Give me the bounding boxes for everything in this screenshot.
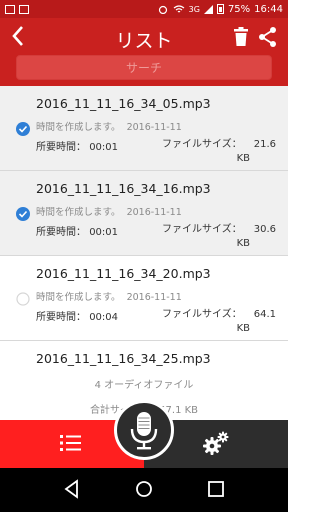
recording-item[interactable]: 2016_11_11_16_34_16.mp3 時間を作成します。 2016-11… — [0, 171, 288, 256]
file-size: ファイルサイズ： 21.6 KB — [162, 139, 276, 164]
unchecked-icon[interactable] — [16, 292, 30, 306]
system-nav-bar — [0, 468, 288, 512]
battery-level: 75% — [227, 3, 251, 15]
list-icon — [60, 435, 81, 451]
network-type: 3G — [188, 4, 200, 14]
notification-icon — [5, 4, 15, 14]
duration: 所要時間： 00:04 — [36, 312, 119, 323]
recording-list: 2016_11_11_16_34_05.mp3 時間を作成します。 2016-11… — [0, 86, 288, 420]
file-size: ファイルサイズ： 30.6 KB — [162, 224, 276, 249]
gear-icon — [203, 431, 229, 455]
status-indicators: 3G 75% 16:44 — [157, 4, 283, 15]
status-bar: 3G 75% 16:44 — [0, 0, 288, 18]
notification-icons — [5, 4, 29, 14]
wifi-icon — [173, 4, 185, 12]
recents-nav-icon[interactable] — [205, 478, 227, 500]
checked-icon[interactable] — [16, 122, 30, 136]
delete-button[interactable] — [232, 27, 250, 47]
battery-icon — [216, 4, 224, 14]
record-button[interactable] — [114, 400, 174, 460]
app-bar: リスト サーチ — [0, 18, 288, 86]
file-size: ファイルサイズ： 64.1 KB — [162, 309, 276, 334]
duration: 所要時間： 00:01 — [36, 142, 119, 153]
home-nav-icon[interactable] — [133, 478, 155, 500]
created-time: 時間を作成します。 2016-11-11 — [36, 207, 182, 218]
image-notification-icon — [19, 4, 29, 14]
file-name: 2016_11_11_16_34_20.mp3 — [36, 266, 211, 281]
file-name: 2016_11_11_16_34_16.mp3 — [36, 181, 211, 196]
recording-item[interactable]: 2016_11_11_16_34_05.mp3 時間を作成します。 2016-11… — [0, 86, 288, 171]
share-icon — [259, 27, 276, 47]
trash-icon — [234, 27, 248, 46]
duration: 所要時間： 00:01 — [36, 227, 119, 238]
back-nav-icon[interactable] — [61, 478, 83, 500]
microphone-icon — [130, 412, 158, 450]
created-time: 時間を作成します。 2016-11-11 — [36, 122, 182, 133]
signal-icon — [203, 4, 213, 14]
created-time: 時間を作成します。 2016-11-11 — [36, 292, 182, 303]
file-name: 2016_11_11_16_34_25.mp3 — [36, 351, 211, 366]
clock: 16:44 — [254, 3, 283, 15]
checked-icon[interactable] — [16, 207, 30, 221]
file-name: 2016_11_11_16_34_05.mp3 — [36, 96, 211, 111]
search-input[interactable]: サーチ — [16, 55, 272, 80]
recording-item[interactable]: 2016_11_11_16_34_20.mp3 時間を作成します。 2016-11… — [0, 256, 288, 341]
alarm-icon — [158, 5, 167, 14]
share-button[interactable] — [258, 26, 278, 48]
file-count: 4 オーディオファイル — [94, 380, 194, 391]
